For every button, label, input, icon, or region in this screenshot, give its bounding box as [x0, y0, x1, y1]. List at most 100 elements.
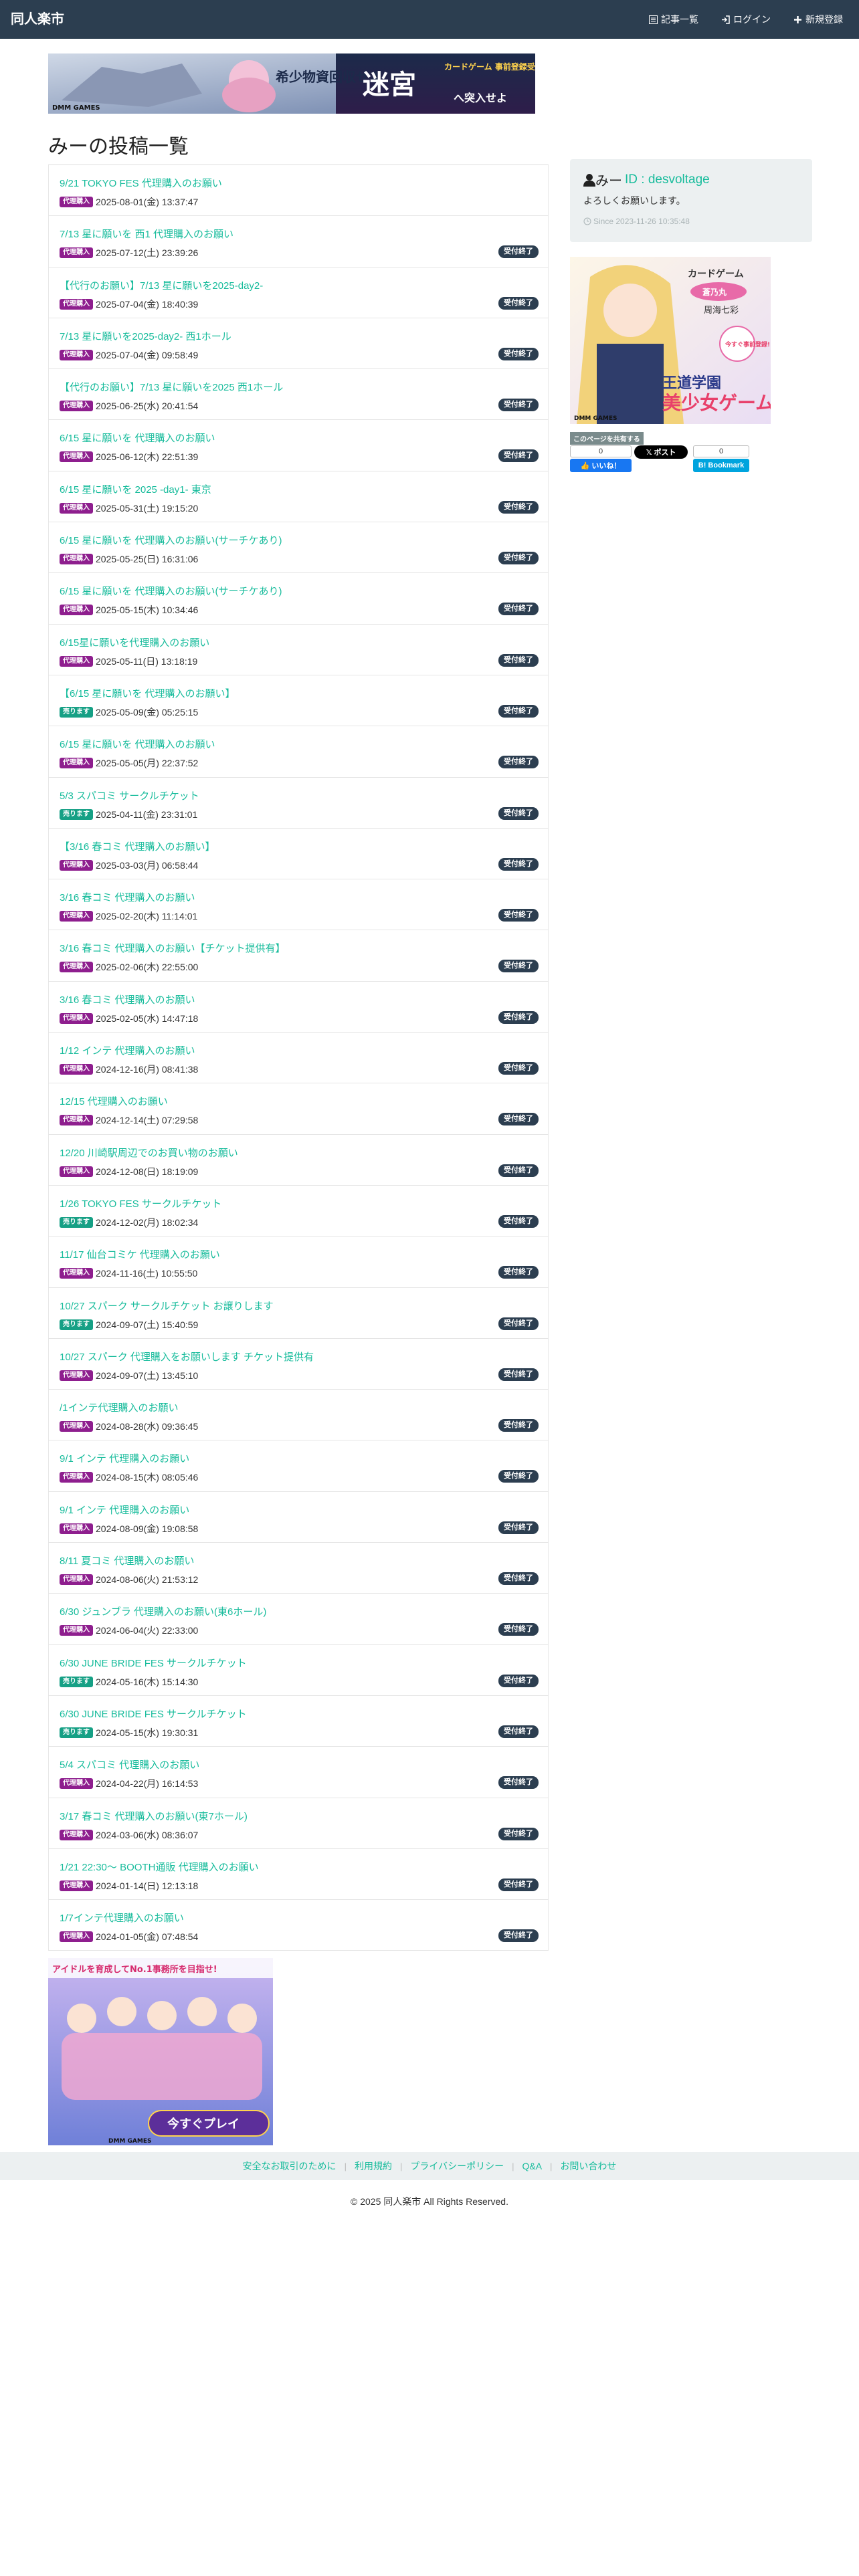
ad-side-name: 周海七彩 — [704, 306, 739, 316]
post-title-link[interactable]: 10/27 スパーク サークルチケット お譲りします — [60, 1299, 274, 1313]
post-title-link[interactable]: 7/13 星に願いを2025-day2- 西1ホール — [60, 329, 231, 343]
post-meta: 代理購入 2024-08-15(木) 08:05:46 — [60, 1471, 198, 1484]
post-title-link[interactable]: 3/16 春コミ 代理購入のお願い【チケット提供有】 — [60, 941, 286, 955]
post-date: 2024-08-28(水) 09:36:45 — [96, 1421, 199, 1432]
post-type-badge: 売ります — [60, 1727, 93, 1738]
post-type-badge: 代理購入 — [60, 1166, 93, 1177]
post-meta: 売ります 2024-05-15(水) 19:30:31 — [60, 1726, 198, 1739]
post-date: 2025-05-05(月) 22:37:52 — [96, 758, 199, 769]
post-meta: 代理購入 2025-02-05(水) 14:47:18 — [60, 1012, 198, 1025]
post-item: 5/4 スパコミ 代理購入のお願い 代理購入 2024-04-22(月) 16:14… — [48, 1747, 549, 1798]
footer-link-safety[interactable]: 安全なお取引のために — [243, 2159, 337, 2173]
post-date: 2024-09-07(土) 13:45:10 — [96, 1370, 199, 1381]
post-title-link[interactable]: 【6/15 星に願いを 代理購入のお願い】 — [60, 686, 235, 700]
hatena-count: 0 — [693, 445, 749, 457]
post-title-link[interactable]: 3/16 春コミ 代理購入のお願い — [60, 890, 195, 904]
ad-bottom-footer: DMM GAMES — [108, 2138, 151, 2145]
post-title-link[interactable]: 6/15 星に願いを 代理購入のお願い — [60, 431, 215, 445]
post-title-link[interactable]: 7/13 星に願いを 西1 代理購入のお願い — [60, 227, 233, 241]
post-item: 3/17 春コミ 代理購入のお願い(東7ホール) 代理購入 2024-03-06(水… — [48, 1798, 549, 1849]
status-badge: 受付終了 — [498, 1878, 539, 1891]
status-badge: 受付終了 — [498, 552, 539, 565]
ad-banner-bottom[interactable]: アイドルを育成してNo.1事務所を目指せ! 今すぐプレイ DMM GAMES — [48, 1958, 273, 2145]
footer-link-privacy[interactable]: プライバシーポリシー — [410, 2159, 504, 2173]
post-title-link[interactable]: 1/12 インテ 代理購入のお願い — [60, 1043, 195, 1057]
post-title-link[interactable]: 1/21 22:30〜 BOOTH通販 代理購入のお願い — [60, 1860, 259, 1874]
post-date: 2025-02-20(木) 11:14:01 — [96, 911, 198, 922]
status-badge: 受付終了 — [498, 1164, 539, 1177]
post-title-link[interactable]: 10/27 スパーク 代理購入をお願いします チケット提供有 — [60, 1350, 314, 1364]
post-meta: 代理購入 2024-08-06(火) 21:53:12 — [60, 1573, 198, 1586]
status-badge: 受付終了 — [498, 1368, 539, 1381]
hatena-bookmark-button[interactable]: B! Bookmark — [693, 459, 749, 472]
ad-bottom-headline: アイドルを育成してNo.1事務所を目指せ! — [52, 1964, 217, 1975]
post-item: 9/21 TOKYO FES 代理購入のお願い 代理購入 2025-08-01(金)… — [48, 165, 549, 217]
post-title-link[interactable]: 1/7インテ代理購入のお願い — [60, 1911, 184, 1925]
post-title-link[interactable]: 12/20 川崎駅周辺でのお買い物のお願い — [60, 1146, 238, 1160]
post-type-badge: 代理購入 — [60, 554, 93, 565]
post-title-link[interactable]: /1インテ代理購入のお願い — [60, 1400, 179, 1414]
ad-banner-top[interactable]: 希少物資回収せよ 迷宮 カードゲーム 事前登録受付中 へ突入せよ DMM GAM… — [48, 53, 535, 114]
post-item: 9/1 インテ 代理購入のお願い 代理購入 2024-08-15(木) 08:05:… — [48, 1440, 549, 1492]
status-badge: 受付終了 — [498, 1929, 539, 1943]
post-title-link[interactable]: 【代行のお願い】7/13 星に願いを2025 西1ホール — [60, 380, 283, 394]
x-post-label: ポスト — [654, 449, 676, 457]
post-meta: 代理購入 2025-08-01(金) 13:37:47 — [60, 195, 198, 209]
post-type-badge: 代理購入 — [60, 655, 93, 667]
post-date: 2024-06-04(火) 22:33:00 — [96, 1625, 199, 1636]
post-title-link[interactable]: 11/17 仙台コミケ 代理購入のお願い — [60, 1247, 220, 1261]
facebook-like-button[interactable]: 👍 いいね！ — [570, 459, 632, 472]
post-date: 2025-02-06(木) 22:55:00 — [96, 962, 199, 973]
post-title-link[interactable]: 6/15 星に願いを 代理購入のお願い(サーチケあり) — [60, 533, 282, 547]
profile-id-link[interactable]: ID : desvoltage — [625, 173, 710, 187]
post-title-link[interactable]: 6/15 星に願いを 2025 -day1- 東京 — [60, 482, 211, 496]
post-title-link[interactable]: 8/11 夏コミ 代理購入のお願い — [60, 1553, 194, 1568]
nav-links: 記事一覧 ログイン 新規登録 — [626, 0, 843, 39]
post-title-link[interactable]: 3/17 春コミ 代理購入のお願い(東7ホール) — [60, 1809, 248, 1823]
status-badge: 受付終了 — [498, 704, 539, 718]
post-type-badge: 代理購入 — [60, 502, 93, 514]
site-brand[interactable]: 同人楽市 — [11, 0, 64, 39]
post-title-link[interactable]: 6/30 JUNE BRIDE FES サークルチケット — [60, 1656, 247, 1670]
post-date: 2025-05-11(日) 13:18:19 — [96, 655, 198, 667]
post-type-badge: 代理購入 — [60, 605, 93, 616]
x-post-button[interactable]: 𝕏 ポスト — [634, 445, 688, 459]
ad-side-headline: 王道学園 — [662, 374, 721, 392]
post-title-link[interactable]: 6/15 星に願いを 代理購入のお願い — [60, 737, 215, 751]
post-title-link[interactable]: 6/15 星に願いを 代理購入のお願い(サーチケあり) — [60, 584, 282, 598]
ad-banner-side[interactable]: カードゲーム 蒼乃丸 周海七彩 今すぐ事前登録! 王道学園 美少女ゲーム DMM… — [570, 257, 771, 424]
status-badge: 受付終了 — [498, 1419, 539, 1432]
post-title-link[interactable]: 9/1 インテ 代理購入のお願い — [60, 1451, 189, 1465]
post-title-link[interactable]: 【3/16 春コミ 代理購入のお願い】 — [60, 839, 215, 853]
post-title-link[interactable]: 5/3 スパコミ サークルチケット — [60, 788, 199, 802]
status-badge: 受付終了 — [498, 756, 539, 769]
post-title-link[interactable]: 3/16 春コミ 代理購入のお願い — [60, 992, 195, 1006]
post-title-link[interactable]: 6/30 JUNE BRIDE FES サークルチケット — [60, 1707, 247, 1721]
footer-link-contact[interactable]: お問い合わせ — [560, 2159, 616, 2173]
post-item: 1/7インテ代理購入のお願い 代理購入 2024-01-05(金) 07:48:54… — [48, 1900, 549, 1951]
post-date: 2025-05-31(土) 19:15:20 — [96, 502, 199, 514]
post-title-link[interactable]: 9/1 インテ 代理購入のお願い — [60, 1503, 189, 1517]
nav-register-link[interactable]: 新規登録 — [793, 13, 843, 26]
post-date: 2025-07-04(金) 18:40:39 — [96, 298, 199, 310]
status-badge: 受付終了 — [498, 399, 539, 412]
post-type-badge: 代理購入 — [60, 1778, 93, 1790]
footer-link-qa[interactable]: Q&A — [522, 2161, 542, 2171]
post-title-link[interactable]: 12/15 代理購入のお願い — [60, 1094, 168, 1108]
nav-login-link[interactable]: ログイン — [721, 13, 771, 26]
post-date: 2025-03-03(月) 06:58:44 — [96, 859, 199, 871]
footer-link-terms[interactable]: 利用規約 — [355, 2159, 392, 2173]
post-title-link[interactable]: 6/15星に願いを代理購入のお願い — [60, 635, 209, 649]
ad-side-footer: DMM GAMES — [574, 415, 617, 422]
post-title-link[interactable]: 1/26 TOKYO FES サークルチケット — [60, 1196, 221, 1210]
post-meta: 売ります 2024-05-16(木) 15:14:30 — [60, 1675, 198, 1689]
post-title-link[interactable]: 5/4 スパコミ 代理購入のお願い — [60, 1757, 199, 1772]
post-title-link[interactable]: 【代行のお願い】7/13 星に願いを2025-day2- — [60, 278, 263, 292]
post-title-link[interactable]: 9/21 TOKYO FES 代理購入のお願い — [60, 176, 222, 190]
post-date: 2025-06-12(木) 22:51:39 — [96, 451, 199, 463]
post-meta: 代理購入 2025-07-12(土) 23:39:26 — [60, 246, 198, 259]
post-title-link[interactable]: 6/30 ジュンブラ 代理購入のお願い(東6ホール) — [60, 1604, 266, 1618]
post-item: 3/16 春コミ 代理購入のお願い 代理購入 2025-02-05(水) 14:47… — [48, 981, 549, 1033]
nav-articles-link[interactable]: 記事一覧 — [649, 13, 698, 26]
hatena-bookmark-label: Bookmark — [708, 461, 745, 469]
